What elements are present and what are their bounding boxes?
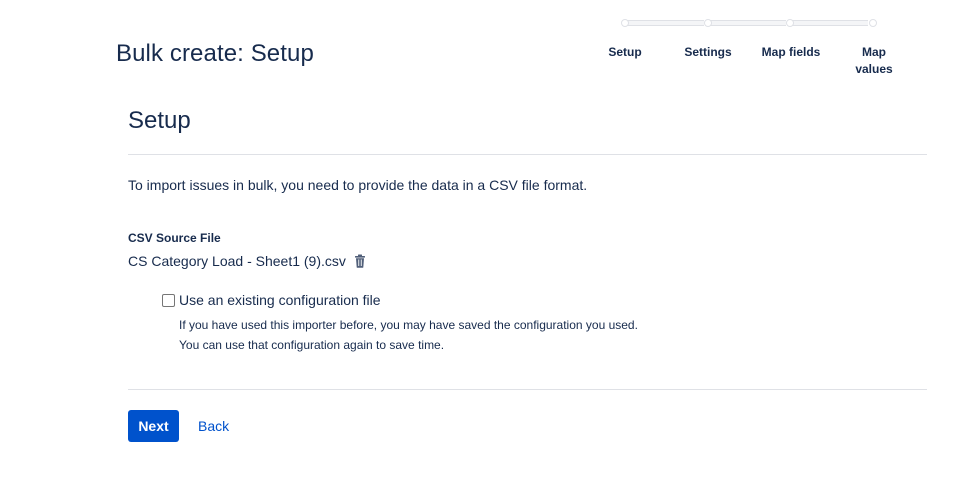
tracker-line (710, 20, 786, 26)
progress-tracker: Setup Settings Map fields Map values (584, 16, 916, 76)
tracker-step-dot (621, 19, 629, 27)
page-title: Bulk create: Setup (116, 40, 314, 67)
csv-filename: CS Category Load - Sheet1 (9).csv (128, 253, 346, 269)
section-divider-bottom (128, 389, 927, 390)
trash-icon[interactable] (354, 254, 366, 268)
next-button[interactable]: Next (128, 410, 179, 442)
use-existing-config-checkbox[interactable] (162, 293, 175, 307)
tracker-step-settings: Settings (684, 45, 732, 59)
bulk-create-page: Bulk create: Setup Setup Settings Map fi… (0, 0, 971, 492)
csv-source-label: CSV Source File (128, 231, 221, 245)
tracker-step-setup: Setup (608, 45, 642, 59)
tracker-step-map-fields: Map fields (761, 45, 821, 59)
tracker-step-dot (869, 19, 877, 27)
config-help-line-2: You can use that configuration again to … (179, 338, 445, 352)
use-existing-config-row[interactable]: Use an existing configuration file (162, 292, 381, 308)
tracker-step-dot (704, 19, 712, 27)
tracker-line (792, 20, 868, 26)
use-existing-config-label[interactable]: Use an existing configuration file (179, 292, 381, 308)
back-link[interactable]: Back (198, 418, 229, 434)
section-title: Setup (128, 107, 191, 134)
section-divider-top (128, 154, 927, 155)
config-help-line-1: If you have used this importer before, y… (179, 318, 638, 332)
tracker-step-map-values: Map values (855, 45, 893, 76)
intro-text: To import issues in bulk, you need to pr… (128, 177, 588, 193)
csv-file-row: CS Category Load - Sheet1 (9).csv (128, 253, 366, 269)
tracker-line (626, 20, 704, 26)
tracker-step-dot (786, 19, 794, 27)
